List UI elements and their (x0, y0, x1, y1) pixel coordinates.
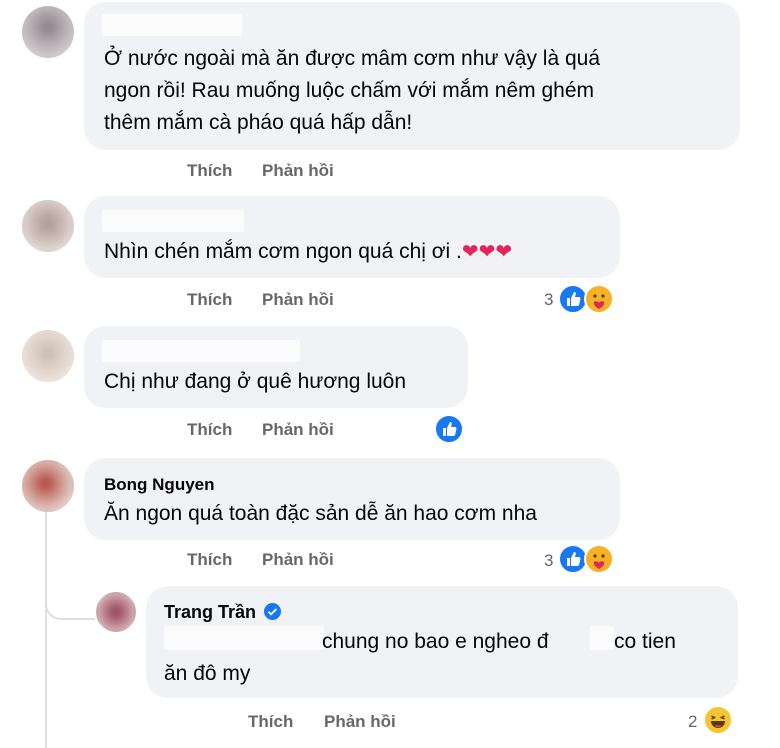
author-name[interactable]: Bong Nguyen (104, 475, 215, 495)
avatar[interactable] (22, 6, 74, 58)
like-action[interactable]: Thích (187, 420, 232, 440)
reply-action[interactable]: Phản hồi (324, 712, 396, 732)
reply-text-part: co tien (614, 630, 676, 653)
reply-text-line: ăn đô my (164, 662, 251, 685)
author-name-redacted (102, 340, 300, 362)
comment-text: Nhìn chén mắm cơm ngon quá chị ơi .❤❤❤ (104, 236, 512, 268)
reply-action[interactable]: Phản hồi (262, 420, 334, 440)
reaction-count[interactable]: 3 (544, 290, 553, 310)
comment-text-content: Nhìn chén mắm cơm ngon quá chị ơi . (104, 240, 462, 263)
reply-text-part: chung no bao e ngheo đ (322, 630, 549, 653)
avatar[interactable] (22, 200, 74, 252)
comment-text-line: Ở nước ngoài mà ăn được mâm cơm như vậy … (104, 47, 601, 70)
thread-connector-line (45, 510, 47, 748)
avatar[interactable] (22, 460, 74, 512)
thread-connector-curve (45, 588, 95, 620)
reaction-count[interactable]: 3 (544, 551, 553, 571)
care-icon[interactable] (584, 544, 614, 574)
avatar[interactable] (96, 592, 136, 632)
reply-action[interactable]: Phản hồi (262, 161, 334, 181)
reply-action[interactable]: Phản hồi (262, 290, 334, 310)
haha-icon[interactable] (704, 706, 732, 734)
redacted-text (164, 626, 324, 650)
heart-emoji: ❤❤❤ (461, 241, 513, 263)
verified-badge-icon (264, 603, 282, 620)
comment-text-line: thêm mắm cà pháo quá hấp dẫn! (104, 111, 413, 134)
comment-text-line: ngon rồi! Rau muống luộc chấm với mắm nê… (104, 79, 594, 102)
like-action[interactable]: Thích (187, 550, 232, 570)
reply-author-row: Trang Trần (164, 602, 282, 624)
like-action[interactable]: Thích (187, 161, 232, 181)
reaction-count[interactable]: 2 (688, 712, 697, 732)
like-action[interactable]: Thích (187, 290, 232, 310)
avatar[interactable] (22, 330, 74, 382)
comment-text: Ăn ngon quá toàn đặc sản dễ ăn hao cơm n… (104, 502, 537, 525)
author-name[interactable]: Trang Trần (164, 602, 256, 622)
author-name-redacted (102, 14, 242, 36)
comment-text: Chị như đang ở quê hương luôn (104, 370, 407, 393)
like-icon[interactable] (434, 414, 464, 444)
reply-action[interactable]: Phản hồi (262, 550, 334, 570)
redacted-text (590, 626, 614, 650)
author-name-redacted (102, 210, 244, 232)
like-action[interactable]: Thích (248, 712, 293, 732)
care-icon[interactable] (584, 284, 614, 314)
